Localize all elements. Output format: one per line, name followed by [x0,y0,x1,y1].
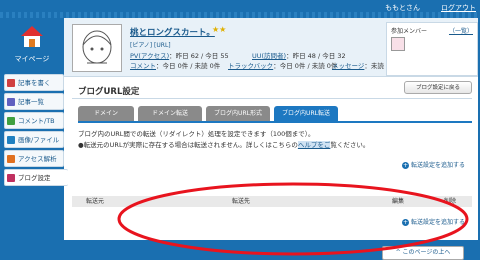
sidebar-item-blog-settings[interactable]: ブログ設定 [4,169,68,186]
sidebar-item-label: 記事を書く [18,79,51,87]
col-delete: 削除 [444,198,457,205]
help-link[interactable]: ヘルプをご [297,141,331,149]
back-to-settings-button[interactable]: ブログ設定に戻る [404,81,472,94]
tb-stat: トラックバック：今日 0件 / 未読 0件 [228,60,337,70]
sidebar-item-images[interactable]: 画像/ファイル [4,131,64,148]
pv-label[interactable]: PV(アクセス) [130,52,169,60]
rank-stars: ★★ [212,25,227,34]
col-source: 転送元 [86,198,105,205]
add-forward-link-top[interactable]: + 転送設定を追加する [402,160,465,169]
sidebar-nav: 記事を書く 記事一覧 コメント/TB 画像/ファイル アクセス解析 ブログ設定 [0,74,68,188]
back-button-label: ブログ設定に戻る [415,85,460,91]
list-icon [7,98,15,106]
table-header: 転送元 転送先 編集 削除 [72,196,472,207]
blog-title[interactable]: 桃とロングスカート。 [130,26,215,38]
divider [72,98,472,99]
sidebar-item-analytics[interactable]: アクセス解析 [4,150,64,167]
wrench-icon [7,174,15,182]
sidebar-item-write[interactable]: 記事を書く [4,74,64,91]
description-line-1: ブログ内のURL間での転送（リダイレクト）処理を設定できます（100個まで）。 [78,130,315,138]
profile-panel: 桃とロングスカート。 ★★ [ピアノ] [URL] PV(アクセス)：昨日 62… [64,18,478,77]
msg-label[interactable]: メッセージ [332,62,364,70]
add-link-label: 転送設定を追加する [411,162,466,169]
mypage-label: マイページ [14,55,50,63]
comment-icon [7,117,15,125]
avatar[interactable] [72,24,122,72]
comment-stat: コメント：今日 0件 / 未読 0件 [130,60,220,70]
blog-category[interactable]: [ピアノ] [URL] [130,40,171,49]
sidebar-item-label: コメント/TB [18,117,55,125]
page-title: ブログURL設定 [78,87,140,97]
tb-label[interactable]: トラックバック [228,62,273,70]
desc2-text: ●転送元のURLが実際に存在する場合は転送されません。詳しくはこちらの [78,141,298,149]
uu-label[interactable]: UU(訪問者) [252,52,286,60]
sidebar-item-articles[interactable]: 記事一覧 [4,93,64,110]
avatar-illustration [82,30,112,64]
comment-value: ：今日 0件 / 未読 0件 [156,62,221,70]
col-destination: 転送先 [232,198,251,205]
mypage-button[interactable]: マイページ [6,24,58,74]
image-icon [7,136,15,144]
uu-value: ：昨日 48 / 今日 32 [286,52,346,60]
pv-stat: PV(アクセス)：昨日 62 / 今日 55 [130,50,229,60]
tab-underline [78,121,472,123]
chart-icon [7,155,15,163]
tab-url-format[interactable]: ブログ内URL形式 [206,106,270,121]
col-edit: 編集 [392,198,405,205]
members-title: 参加メンバー [391,28,428,35]
plus-icon: + [402,162,409,169]
plus-icon: + [402,219,409,226]
tab-domain[interactable]: ドメイン [78,106,134,121]
tab-domain-forward[interactable]: ドメイン転送 [138,106,202,121]
tb-value: ：今日 0件 / 未読 0件 [273,62,338,70]
sidebar-item-label: アクセス解析 [18,155,57,163]
description-line-2: ●転送元のURLが実際に存在する場合は転送されません。詳しくはこちらのヘルプをご… [78,139,369,149]
add-link-label: 転送設定を追加する [411,219,466,226]
members-list-link[interactable]: （一覧） [449,26,473,35]
main-panel: 桃とロングスカート。 ★★ [ピアノ] [URL] PV(アクセス)：昨日 62… [64,18,478,260]
desc2-end: 覧ください。 [330,141,370,149]
tab-url-forward[interactable]: ブログ内URL転送 [274,106,338,121]
sidebar-item-label: ブログ設定 [18,174,51,182]
sidebar-item-label: 記事一覧 [18,98,44,106]
pv-value: ：昨日 62 / 今日 55 [169,52,229,60]
sidebar-item-label: 画像/ファイル [18,136,60,144]
uu-stat: UU(訪問者)：昨日 48 / 今日 32 [252,50,346,60]
page-top-button[interactable]: ^ このページの上へ [382,246,464,260]
house-icon [21,26,43,47]
pencil-icon [7,79,15,87]
sidebar-item-comments[interactable]: コメント/TB [4,112,64,129]
member-thumbnail[interactable] [391,37,405,51]
comment-label[interactable]: コメント [130,62,156,70]
members-box: 参加メンバー （一覧） [386,22,478,76]
add-forward-link-bottom[interactable]: + 転送設定を追加する [402,217,465,226]
